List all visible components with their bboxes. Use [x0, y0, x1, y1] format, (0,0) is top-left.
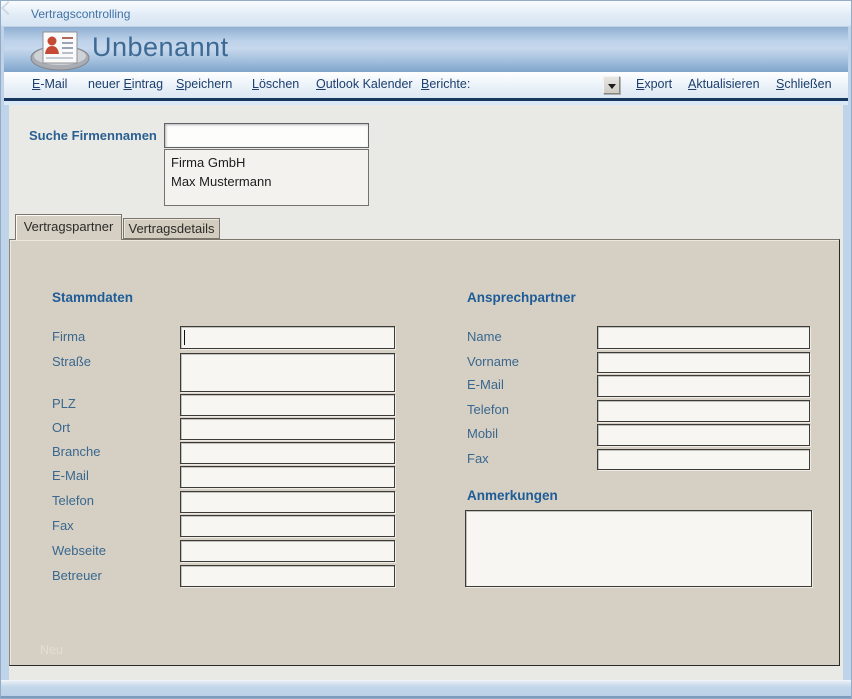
name-label: Name: [467, 329, 502, 344]
tab-vertragsdetails[interactable]: Vertragsdetails: [123, 218, 220, 239]
plz-input[interactable]: [180, 394, 395, 416]
menu-item-reports[interactable]: Berichte:: [421, 77, 470, 91]
anmerkungen-heading: Anmerkungen: [467, 488, 558, 503]
menu-item-outlook-calendar[interactable]: Outlook Kalender: [316, 77, 413, 91]
ansprechpartner-heading: Ansprechpartner: [467, 290, 576, 305]
branche-input[interactable]: [180, 442, 395, 464]
branche-label: Branche: [52, 444, 100, 459]
webseite-label: Webseite: [52, 543, 106, 558]
menu-item-close[interactable]: Schließen: [776, 77, 832, 91]
menu-item-new-entry[interactable]: neuer Eintrag: [88, 77, 163, 91]
chevron-down-icon: [608, 84, 616, 89]
contact-fax-input[interactable]: [597, 449, 810, 470]
menu-item-save[interactable]: Speichern: [176, 77, 232, 91]
window-title: Vertragscontrolling: [31, 7, 130, 21]
access-key: L: [252, 77, 259, 91]
search-results-list[interactable]: Firma GmbH Max Mustermann: [164, 149, 369, 206]
contact-email-input[interactable]: [597, 375, 810, 397]
list-item[interactable]: Firma GmbH: [165, 153, 368, 172]
stammdaten-heading: Stammdaten: [52, 290, 133, 305]
label-post: peichern: [184, 77, 232, 91]
label-post: intrag: [132, 77, 163, 91]
search-company-input[interactable]: [164, 123, 369, 148]
reports-dropdown-button[interactable]: [603, 76, 620, 94]
label-post: chließen: [784, 77, 831, 91]
plz-label: PLZ: [52, 396, 76, 411]
list-item[interactable]: Max Mustermann: [165, 172, 368, 191]
contact-card-icon: [28, 29, 92, 71]
strasse-input[interactable]: [180, 353, 395, 392]
tab-vertragspartner[interactable]: Vertragspartner: [15, 214, 122, 240]
firma-label: Firma: [52, 329, 85, 344]
text-caret: [184, 330, 185, 345]
label-post: öschen: [259, 77, 299, 91]
app-window: Vertragscontrolling Unbenannt E-Mail neu…: [0, 0, 852, 699]
window-corner-mark: [1, 1, 15, 15]
label-pre: neuer: [88, 77, 123, 91]
betreuer-label: Betreuer: [52, 568, 102, 583]
mobil-label: Mobil: [467, 426, 498, 441]
mobil-input[interactable]: [597, 424, 810, 446]
ort-input[interactable]: [180, 418, 395, 440]
contact-email-label: E-Mail: [467, 377, 504, 392]
strasse-label: Straße: [52, 354, 91, 369]
webseite-input[interactable]: [180, 540, 395, 562]
record-status-new: Neu: [40, 643, 63, 657]
fax-input[interactable]: [180, 515, 395, 537]
banner: Unbenannt: [4, 27, 848, 72]
label-post: erichte:: [429, 77, 470, 91]
tabpage-vertragspartner: Stammdaten Firma Straße PLZ Ort Branche …: [9, 239, 840, 666]
label-post: ktualisieren: [696, 77, 759, 91]
menu-item-refresh[interactable]: Aktualisieren: [688, 77, 760, 91]
name-input[interactable]: [597, 326, 810, 349]
firma-input[interactable]: [180, 326, 395, 349]
menu-item-export[interactable]: Export: [636, 77, 672, 91]
telefon-label: Telefon: [52, 493, 94, 508]
fax-label: Fax: [52, 518, 74, 533]
contact-telefon-label: Telefon: [467, 402, 509, 417]
access-key: O: [316, 77, 326, 91]
contact-telefon-input[interactable]: [597, 400, 810, 422]
menu-item-delete[interactable]: Löschen: [252, 77, 299, 91]
telefon-input[interactable]: [180, 491, 395, 513]
menu-item-email[interactable]: E-Mail: [32, 77, 67, 91]
label-post: utlook Kalender: [326, 77, 413, 91]
menubar: E-Mail neuer Eintrag Speichern Löschen O…: [4, 72, 848, 101]
search-company-label: Suche Firmennamen: [29, 128, 157, 143]
contact-fax-label: Fax: [467, 451, 489, 466]
betreuer-input[interactable]: [180, 565, 395, 587]
email-input[interactable]: [180, 466, 395, 488]
vorname-label: Vorname: [467, 354, 519, 369]
access-key: E: [123, 77, 131, 91]
window-bottom-border: [1, 680, 851, 698]
ort-label: Ort: [52, 420, 70, 435]
vorname-input[interactable]: [597, 352, 810, 373]
page-title: Unbenannt: [92, 32, 229, 63]
email-label: E-Mail: [52, 468, 89, 483]
label-post: -Mail: [40, 77, 67, 91]
anmerkungen-textarea[interactable]: [465, 510, 812, 587]
titlebar: Vertragscontrolling: [1, 1, 851, 27]
label-post: xport: [644, 77, 672, 91]
form-body: Suche Firmennamen Firma GmbH Max Musterm…: [9, 105, 843, 680]
